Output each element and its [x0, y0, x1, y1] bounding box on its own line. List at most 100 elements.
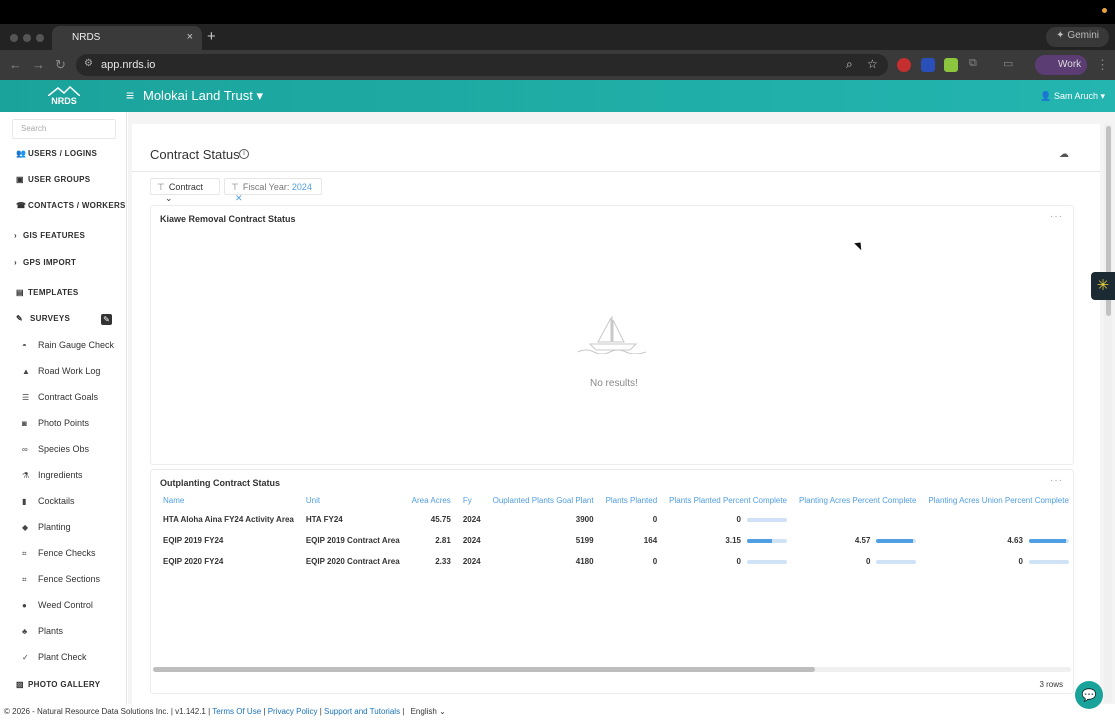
horizontal-scrollbar-thumb[interactable] — [153, 667, 815, 672]
gemini-label: Gemini — [1067, 30, 1099, 41]
tab-close-icon[interactable]: × — [187, 31, 193, 43]
fiscal-year-filter[interactable]: ⊤ Fiscal Year: 2024 ✕ — [224, 178, 322, 203]
feedback-widget-icon[interactable]: ✳ — [1091, 272, 1115, 300]
sidebar-item-species-obs[interactable]: ∞ Species Obs — [22, 444, 89, 454]
back-icon[interactable]: ← — [9, 57, 22, 72]
progress-bar — [1028, 538, 1069, 543]
cell-acres-percent-value: 4.57 — [854, 536, 871, 545]
gemini-button[interactable]: ✦ Gemini — [1046, 27, 1109, 47]
sidebar-item-label: USER GROUPS — [28, 175, 91, 184]
sidebar-item-plants[interactable]: ♣ Plants — [22, 626, 63, 636]
table-row[interactable]: EQIP 2020 FY24 EQIP 2020 Contract Area 2.3… — [157, 551, 1075, 572]
language-selector[interactable]: English ⌄ — [411, 707, 446, 716]
fiscal-year-label: Fiscal Year: — [242, 182, 290, 192]
support-link[interactable]: Support and Tutorials — [324, 707, 400, 716]
column-header-unit[interactable]: Unit — [300, 492, 406, 509]
window-minimize-button[interactable] — [23, 34, 31, 42]
chevron-right-icon: › — [14, 231, 17, 240]
info-icon[interactable]: i — [239, 149, 249, 159]
hamburger-menu-icon[interactable]: ≡ — [126, 87, 134, 103]
cell-plants-planted: 164 — [643, 536, 658, 545]
contract-filter[interactable]: ⊤ Contract ⌄ — [150, 178, 220, 203]
table-header-row: Name Unit Area Acres Fy Ouplanted Plants… — [157, 492, 1075, 509]
terms-link[interactable]: Terms Of Use — [212, 707, 261, 716]
app-header: NRDS ≡ Molokai Land Trust ▾ 👤 Sam Aruch … — [0, 80, 1115, 112]
profile-button[interactable]: Work — [1035, 55, 1087, 75]
sidebar-item-photo-gallery[interactable]: ▨ PHOTO GALLERY — [16, 680, 100, 689]
cell-area-acres: 45.75 — [430, 515, 451, 524]
site-info-icon[interactable]: ⚙ — [84, 58, 93, 69]
bookmark-star-icon[interactable]: ☆ — [867, 57, 878, 71]
column-header-plants-planted[interactable]: Plants Planted — [600, 492, 664, 509]
sidebar-item-road-work-log[interactable]: ▲ Road Work Log — [22, 366, 100, 376]
road-icon: ▲ — [22, 367, 30, 376]
window-close-button[interactable] — [10, 34, 18, 42]
more-options-icon[interactable]: ··· — [1050, 475, 1063, 486]
sidebar-item-contacts-workers[interactable]: ☎ CONTACTS / WORKERS — [16, 201, 126, 210]
sidebar-search-input[interactable]: Search — [12, 119, 116, 139]
forward-icon[interactable]: → — [32, 57, 45, 72]
nrds-logo[interactable]: NRDS — [48, 86, 80, 108]
cell-goal: 3900 — [575, 515, 594, 524]
sidebar-item-gis-features[interactable]: › GIS FEATURES — [14, 231, 85, 240]
sidebar-item-fence-checks[interactable]: ⌗ Fence Checks — [22, 548, 96, 559]
column-header-goal[interactable]: Ouplanted Plants Goal Plant — [487, 492, 600, 509]
column-header-percent-complete[interactable]: Plants Planted Percent Complete — [663, 492, 793, 509]
edit-surveys-icon[interactable]: ✎ — [101, 314, 112, 325]
trowel-icon: ◆ — [22, 523, 29, 532]
user-menu[interactable]: 👤 Sam Aruch ▾ — [1040, 91, 1105, 102]
user-groups-icon: ▣ — [16, 175, 24, 184]
cell-name: EQIP 2019 FY24 — [163, 536, 224, 545]
extension-icon-1[interactable] — [897, 58, 911, 72]
column-header-union-percent[interactable]: Planting Acres Union Percent Complete — [922, 492, 1075, 509]
sidebar-item-users-logins[interactable]: 👥 USERS / LOGINS — [16, 149, 97, 158]
split-view-icon[interactable]: ▭ — [1003, 57, 1013, 70]
clear-filter-icon[interactable]: ✕ — [235, 193, 243, 203]
column-header-area-acres[interactable]: Area Acres — [406, 492, 457, 509]
table-row[interactable]: EQIP 2019 FY24 EQIP 2019 Contract Area 2.8… — [157, 530, 1075, 551]
sidebar-item-photo-points[interactable]: ◙ Photo Points — [22, 418, 89, 428]
sidebar-item-planting[interactable]: ◆ Planting — [22, 522, 71, 532]
sidebar-item-surveys[interactable]: ✎ SURVEYS — [16, 314, 70, 323]
window-maximize-button[interactable] — [36, 34, 44, 42]
contract-filter-label: Contract — [168, 182, 203, 192]
sidebar-item-weed-control[interactable]: ● Weed Control — [22, 600, 93, 610]
reload-icon[interactable]: ↻ — [55, 57, 66, 73]
sidebar-item-user-groups[interactable]: ▣ USER GROUPS — [16, 175, 90, 184]
column-header-name[interactable]: Name — [157, 492, 300, 509]
profile-label: Work — [1058, 59, 1082, 70]
progress-bar-fill — [1028, 538, 1066, 543]
extension-icon-3[interactable] — [944, 58, 958, 72]
sidebar-item-cocktails[interactable]: ▮ Cocktails — [22, 496, 75, 506]
sidebar-item-rain-gauge-check[interactable]: ◓ Rain Gauge Check — [22, 340, 114, 350]
address-bar[interactable]: ⚙ app.nrds.io ⌕ ☆ — [76, 54, 888, 76]
sidebar-item-contract-goals[interactable]: ☰ Contract Goals — [22, 392, 98, 402]
cell-percent-complete-value: 0 — [736, 557, 741, 566]
more-options-icon[interactable]: ··· — [1050, 211, 1063, 222]
sidebar-item-label: CONTACTS / WORKERS — [28, 201, 126, 210]
logo-text: NRDS — [51, 96, 77, 106]
chat-icon[interactable]: 💬 — [1075, 681, 1103, 709]
download-cloud-icon[interactable]: ☁ — [1059, 149, 1069, 160]
sidebar-item-label: Fence Checks — [38, 548, 96, 558]
table-row[interactable]: HTA Aloha Aina FY24 Activity Area HTA FY2… — [157, 509, 1075, 530]
organization-selector[interactable]: Molokai Land Trust ▾ — [143, 88, 263, 104]
browser-tab[interactable]: NRDS × — [52, 26, 202, 50]
column-header-fy[interactable]: Fy — [457, 492, 487, 509]
sidebar-item-fence-sections[interactable]: ⌗ Fence Sections — [22, 574, 100, 585]
extension-icon-2[interactable] — [921, 58, 935, 72]
extensions-puzzle-icon[interactable]: ⧉ — [969, 57, 977, 70]
kiawe-removal-panel: Kiawe Removal Contract Status ··· No res… — [150, 205, 1074, 465]
sidebar-item-gps-import[interactable]: › GPS IMPORT — [14, 258, 76, 267]
sidebar-item-plant-check[interactable]: ✓ Plant Check — [22, 652, 87, 662]
browser-menu-icon[interactable]: ⋮ — [1096, 57, 1109, 73]
column-header-acres-percent[interactable]: Planting Acres Percent Complete — [793, 492, 922, 509]
cell-union-percent: 4.63 — [922, 530, 1075, 551]
sidebar-item-ingredients[interactable]: ⚗ Ingredients — [22, 470, 83, 480]
sidebar-item-templates[interactable]: ▤ TEMPLATES — [16, 288, 79, 297]
new-tab-button[interactable]: + — [207, 28, 216, 45]
zoom-icon[interactable]: ⌕ — [846, 57, 853, 72]
privacy-link[interactable]: Privacy Policy — [268, 707, 318, 716]
progress-bar — [1028, 559, 1069, 564]
horizontal-scrollbar[interactable] — [153, 667, 1071, 672]
